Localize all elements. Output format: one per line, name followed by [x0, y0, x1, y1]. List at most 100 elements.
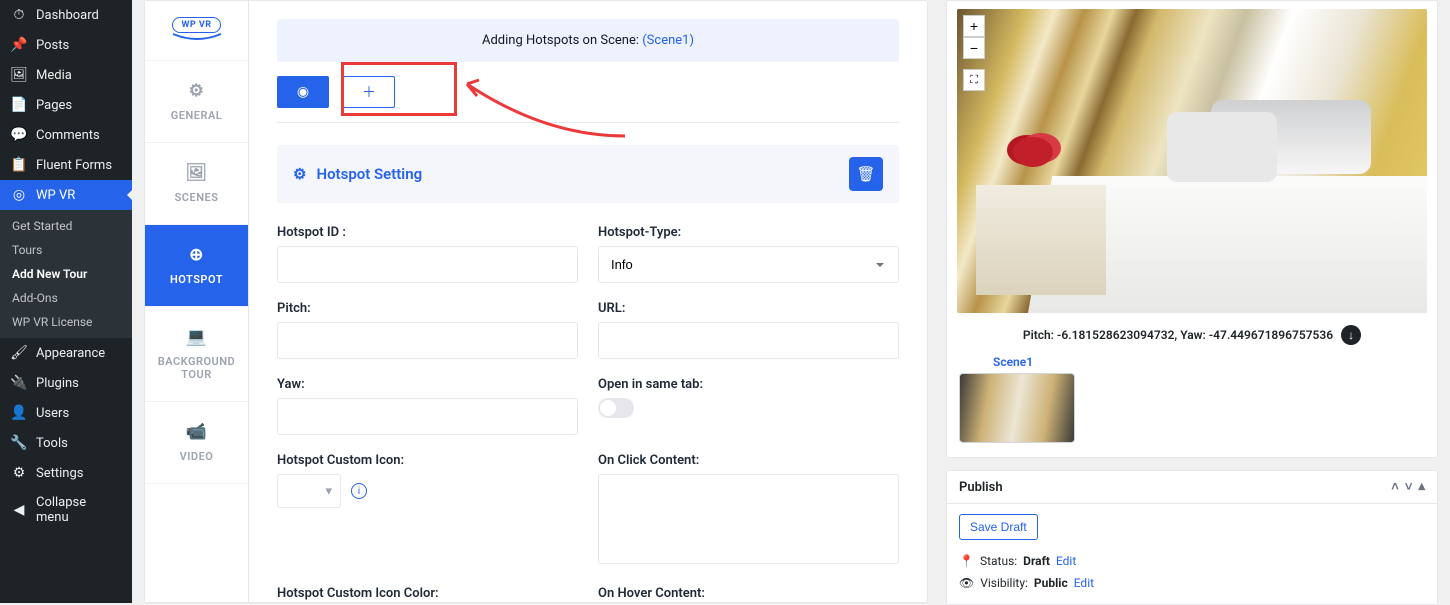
nav-tools[interactable]: 🔧Tools [0, 428, 132, 458]
scene-link[interactable]: (Scene1) [642, 33, 694, 48]
info-icon[interactable]: i [351, 483, 367, 499]
url-input[interactable] [598, 322, 899, 359]
editor-content: Adding Hotspots on Scene: (Scene1) ◉ ＋ ⚙… [249, 1, 927, 602]
pin-icon: 📌 [10, 37, 28, 53]
hotspot-form: Hotspot ID : Hotspot-Type: Info Pitch: U… [277, 225, 899, 602]
collapse-icon: ◀ [10, 502, 28, 518]
panorama-preview[interactable]: + − ⛶ [957, 9, 1427, 313]
nav-collapse[interactable]: ◀Collapse menu [0, 488, 132, 532]
delete-hotspot-button[interactable]: 🗑 [849, 157, 883, 191]
scene-thumb-label: Scene1 [993, 355, 1033, 369]
hotspot-id-input[interactable] [277, 246, 578, 283]
vtab-logo: WP VR [145, 1, 248, 61]
comments-icon: 💬 [10, 127, 28, 143]
panel-up-icon[interactable]: ˄ [1391, 479, 1399, 495]
video-icon: 📹 [186, 422, 208, 442]
plug-icon: 🔌 [10, 375, 28, 391]
users-icon: 👤 [10, 405, 28, 421]
vtab-general[interactable]: ⚙GENERAL [145, 61, 248, 143]
yaw-label: Yaw: [277, 377, 578, 392]
eye-icon: 👁 [959, 576, 974, 590]
section-header: ⚙Hotspot Setting 🗑 [277, 145, 899, 203]
publish-panel: Publish ˄ ˅ ▴ Save Draft 📍 Status: Draft… [946, 470, 1438, 605]
pin-icon: 📍 [959, 554, 974, 568]
nav-fluent-forms[interactable]: 📋Fluent Forms [0, 150, 132, 180]
nav-posts[interactable]: 📌Posts [0, 30, 132, 60]
subnav-license[interactable]: WP VR License [0, 310, 132, 334]
pitch-label: Pitch: [277, 301, 578, 316]
sliders-icon: ⚙ [10, 465, 28, 481]
status-value: Draft [1023, 554, 1050, 568]
vtab-hotspot[interactable]: ⊕HOTSPOT [145, 225, 248, 307]
yaw-input[interactable] [277, 398, 578, 435]
devices-icon: 💻 [186, 327, 208, 347]
wrench-icon: 🔧 [10, 435, 28, 451]
nav-dashboard[interactable]: ⏱Dashboard [0, 0, 132, 30]
image-icon: 🖼 [185, 163, 207, 183]
nav-media[interactable]: 🖼Media [0, 60, 132, 90]
custom-icon-label: Hotspot Custom Icon: [277, 453, 578, 468]
plus-icon: ＋ [362, 82, 376, 102]
gear-icon: ⚙ [189, 81, 205, 101]
visibility-value: Public [1034, 576, 1068, 590]
subnav-add-new-tour[interactable]: Add New Tour [0, 262, 132, 286]
editor-panel: WP VR ⚙GENERAL 🖼SCENES ⊕HOTSPOT 💻BACKGRO… [144, 0, 928, 603]
subnav-addons[interactable]: Add-Ons [0, 286, 132, 310]
vtab-background-tour[interactable]: 💻BACKGROUND TOUR [145, 307, 248, 402]
custom-icon-color-label: Hotspot Custom Icon Color: [277, 586, 578, 601]
subnav-get-started[interactable]: Get Started [0, 214, 132, 238]
panel-down-icon[interactable]: ˅ [1405, 479, 1413, 495]
hotspot-type-label: Hotspot-Type: [598, 225, 899, 240]
subnav-tours[interactable]: Tours [0, 238, 132, 262]
target-icon: ⊕ [189, 245, 204, 265]
brush-icon: 🖌 [10, 345, 28, 361]
hotspot-id-label: Hotspot ID : [277, 225, 578, 240]
scene-thumbnail[interactable] [959, 373, 1075, 443]
hotspot-tabstrip: ◉ ＋ [277, 76, 899, 108]
status-label: Status: [980, 554, 1017, 568]
scene-banner: Adding Hotspots on Scene: (Scene1) [277, 19, 899, 62]
vertical-tabs: WP VR ⚙GENERAL 🖼SCENES ⊕HOTSPOT 💻BACKGRO… [145, 1, 249, 602]
vtab-scenes[interactable]: 🖼SCENES [145, 143, 248, 225]
nav-plugins[interactable]: 🔌Plugins [0, 368, 132, 398]
visibility-label: Visibility: [980, 576, 1028, 590]
status-edit-link[interactable]: Edit [1056, 554, 1076, 568]
divider [277, 122, 899, 123]
coords-readout: Pitch: -6.181528623094732, Yaw: -47.4496… [1023, 328, 1333, 342]
publish-title: Publish [959, 480, 1003, 495]
panel-toggle-icon[interactable]: ▴ [1418, 479, 1425, 495]
gauge-icon: ⏱ [10, 7, 28, 23]
on-click-label: On Click Content: [598, 453, 899, 468]
zoom-in-button[interactable]: + [963, 15, 985, 37]
visibility-edit-link[interactable]: Edit [1074, 576, 1094, 590]
gear-icon: ⚙ [293, 165, 306, 183]
nav-pages[interactable]: 📄Pages [0, 90, 132, 120]
annotation-arrow [455, 66, 635, 146]
on-click-textarea[interactable] [598, 474, 899, 564]
custom-icon-picker[interactable]: ▾ [277, 474, 341, 508]
download-icon: ↓ [1348, 328, 1354, 342]
download-coords-button[interactable]: ↓ [1341, 325, 1361, 345]
nav-appearance[interactable]: 🖌Appearance [0, 338, 132, 368]
dot-icon: ◉ [297, 84, 309, 100]
nav-settings[interactable]: ⚙Settings [0, 458, 132, 488]
on-hover-label: On Hover Content: [598, 586, 899, 601]
fullscreen-button[interactable]: ⛶ [963, 69, 985, 91]
open-same-tab-label: Open in same tab: [598, 377, 899, 392]
hotspot-tab-add[interactable]: ＋ [343, 76, 395, 108]
vtab-video[interactable]: 📹VIDEO [145, 402, 248, 484]
nav-wp-vr[interactable]: ◎WP VR [0, 180, 132, 210]
open-same-tab-toggle[interactable] [598, 398, 634, 418]
wp-admin-sidebar: ⏱Dashboard 📌Posts 🖼Media 📄Pages 💬Comment… [0, 0, 132, 603]
save-draft-button[interactable]: Save Draft [959, 514, 1038, 540]
nav-comments[interactable]: 💬Comments [0, 120, 132, 150]
zoom-out-button[interactable]: − [963, 37, 985, 59]
nav-users[interactable]: 👤Users [0, 398, 132, 428]
hotspot-type-select[interactable]: Info [598, 246, 899, 283]
pitch-input[interactable] [277, 322, 578, 359]
hotspot-tab-active[interactable]: ◉ [277, 76, 329, 108]
pages-icon: 📄 [10, 97, 28, 113]
nav-wp-vr-submenu: Get Started Tours Add New Tour Add-Ons W… [0, 210, 132, 338]
url-label: URL: [598, 301, 899, 316]
media-icon: 🖼 [10, 67, 28, 83]
